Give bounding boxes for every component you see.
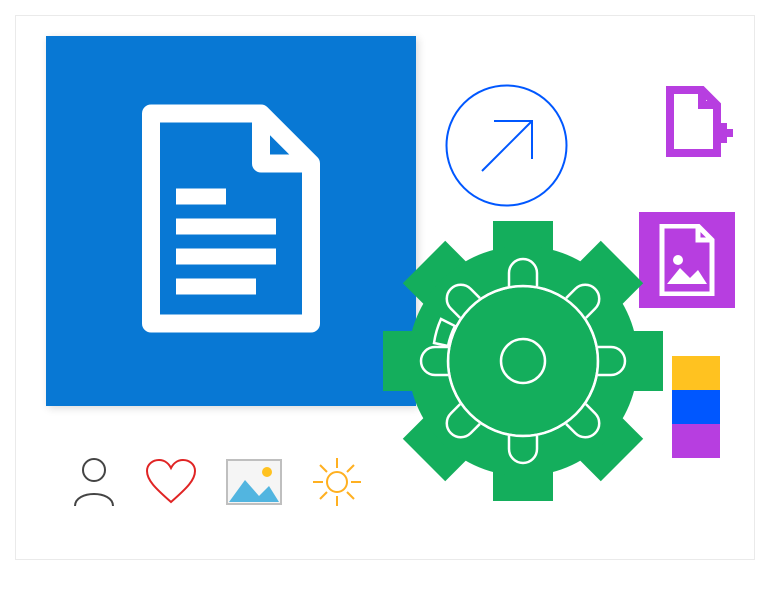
document-card bbox=[46, 36, 416, 406]
image-file-icon bbox=[658, 224, 716, 296]
photo-icon bbox=[225, 458, 283, 511]
illustration-frame bbox=[15, 15, 755, 560]
small-icon-row bbox=[71, 456, 363, 513]
swatch-yellow bbox=[672, 356, 720, 390]
arrow-up-right-icon bbox=[444, 83, 569, 208]
swatch-magenta bbox=[672, 424, 720, 458]
heart-icon bbox=[145, 458, 197, 511]
sun-icon bbox=[311, 456, 363, 513]
color-swatches bbox=[672, 356, 720, 458]
user-icon bbox=[71, 456, 117, 513]
gear-icon bbox=[383, 221, 663, 506]
document-icon bbox=[141, 104, 321, 339]
new-document-icon bbox=[657, 85, 735, 163]
swatch-blue bbox=[672, 390, 720, 424]
